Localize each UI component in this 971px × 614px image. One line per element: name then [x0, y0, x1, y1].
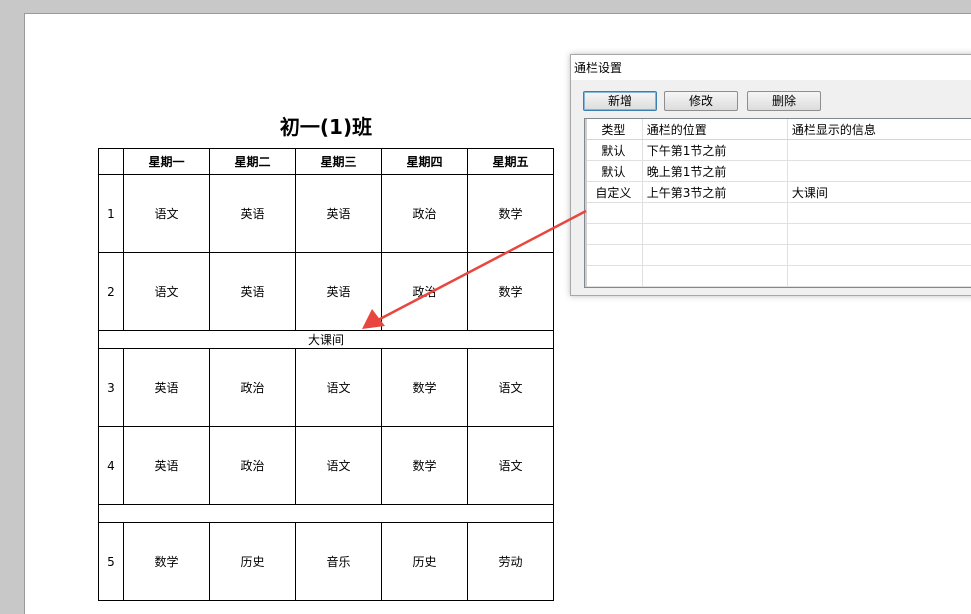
column-header-info[interactable]: 通栏显示的信息: [787, 119, 971, 140]
day-header: 星期二: [209, 148, 296, 175]
subject-cell: 英语: [123, 348, 210, 427]
grid-cell: 默认: [585, 139, 643, 161]
timetable-title: 初一(1)班: [279, 115, 373, 139]
subject-cell: 语文: [295, 348, 382, 427]
subject-cell: 数学: [467, 174, 554, 253]
grid-header-row: 类型 通栏的位置 通栏显示的信息: [585, 119, 971, 140]
timetable: 星期一 星期二 星期三 星期四 星期五 1 语文 英语 英语 政治 数学 2 语…: [98, 148, 554, 601]
grid-cell: 晚上第1节之前: [642, 160, 788, 182]
lesson-row: 2 语文 英语 英语 政治 数学: [98, 252, 554, 331]
grid-cell: 自定义: [585, 181, 643, 203]
grid-empty-row: [585, 223, 971, 245]
lesson-row: 1 语文 英语 英语 政治 数学: [98, 174, 554, 253]
grid-cell: [787, 139, 971, 161]
break-banner: [98, 504, 554, 523]
subject-cell: 政治: [209, 348, 296, 427]
banner-list-grid[interactable]: 类型 通栏的位置 通栏显示的信息 默认 下午第1节之前 默认 晚上第1节之前 自…: [584, 118, 971, 288]
subject-cell: 语文: [295, 426, 382, 505]
subject-cell: 语文: [467, 426, 554, 505]
grid-cell: 默认: [585, 160, 643, 182]
day-header: 星期一: [123, 148, 210, 175]
grid-empty-row: [585, 202, 971, 224]
subject-cell: 政治: [209, 426, 296, 505]
subject-cell: 数学: [381, 426, 468, 505]
lesson-row: 5 数学 历史 音乐 历史 劳动: [98, 522, 554, 601]
subject-cell: 历史: [381, 522, 468, 601]
add-button[interactable]: 新增: [583, 91, 657, 111]
delete-button[interactable]: 删除: [747, 91, 821, 111]
dialog-title: 通栏设置: [574, 61, 623, 75]
subject-cell: 劳动: [467, 522, 554, 601]
period-number: 3: [98, 348, 124, 427]
grid-empty-row: [585, 244, 971, 266]
subject-cell: 英语: [209, 252, 296, 331]
subject-cell: 政治: [381, 252, 468, 331]
subject-cell: 英语: [209, 174, 296, 253]
lesson-row: 4 英语 政治 语文 数学 语文: [98, 426, 554, 505]
corner-cell: [98, 148, 124, 175]
break-row: [98, 504, 554, 523]
subject-cell: 英语: [295, 252, 382, 331]
subject-cell: 数学: [467, 252, 554, 331]
subject-cell: 数学: [381, 348, 468, 427]
grid-row[interactable]: 默认 下午第1节之前: [585, 139, 971, 161]
subject-cell: 语文: [467, 348, 554, 427]
grid-row[interactable]: 自定义 上午第3节之前 大课间: [585, 181, 971, 203]
period-number: 5: [98, 522, 124, 601]
subject-cell: 语文: [123, 174, 210, 253]
grid-cell: 上午第3节之前: [642, 181, 788, 203]
column-header-position[interactable]: 通栏的位置: [642, 119, 788, 140]
banner-settings-dialog: 通栏设置 新增 修改 删除 类型 通栏的位置 通栏显示的信息 默认 下午第1节之…: [570, 54, 971, 296]
period-number: 2: [98, 252, 124, 331]
grid-cell: 下午第1节之前: [642, 139, 788, 161]
grid-cell: [787, 160, 971, 182]
subject-cell: 音乐: [295, 522, 382, 601]
subject-cell: 政治: [381, 174, 468, 253]
timetable-header-row: 星期一 星期二 星期三 星期四 星期五: [98, 148, 554, 175]
day-header: 星期三: [295, 148, 382, 175]
subject-cell: 英语: [123, 426, 210, 505]
subject-cell: 语文: [123, 252, 210, 331]
break-row: 大课间: [98, 330, 554, 349]
grid-empty-row: [585, 265, 971, 287]
grid-row[interactable]: 默认 晚上第1节之前: [585, 160, 971, 182]
subject-cell: 历史: [209, 522, 296, 601]
column-header-type[interactable]: 类型: [585, 119, 643, 140]
grid-left-border: [585, 119, 587, 287]
dialog-titlebar[interactable]: [571, 55, 971, 80]
break-banner: 大课间: [98, 330, 554, 349]
day-header: 星期五: [467, 148, 554, 175]
lesson-row: 3 英语 政治 语文 数学 语文: [98, 348, 554, 427]
period-number: 4: [98, 426, 124, 505]
period-number: 1: [98, 174, 124, 253]
edit-button[interactable]: 修改: [664, 91, 738, 111]
subject-cell: 数学: [123, 522, 210, 601]
day-header: 星期四: [381, 148, 468, 175]
subject-cell: 英语: [295, 174, 382, 253]
grid-cell: 大课间: [787, 181, 971, 203]
